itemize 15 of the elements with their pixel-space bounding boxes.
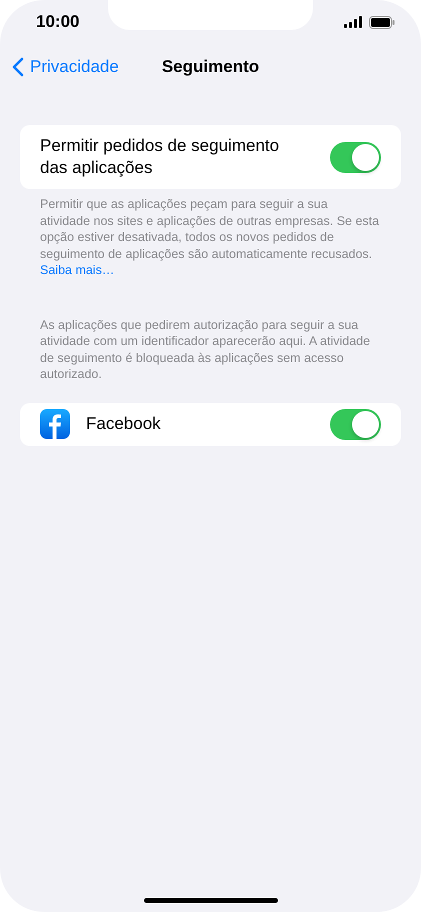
- toggle-switch[interactable]: [330, 408, 381, 440]
- footer-text: As aplicações que pedirem autorização para seguir a sua atividade com um identificador aparecerão aqui. A atividade de seguimento é bloqueada às aplicações sem acesso autorizado.: [39, 316, 372, 382]
- chevron-left-icon: [12, 57, 24, 77]
- back-label[interactable]: Privacidade: [30, 57, 119, 77]
- battery-icon: [369, 16, 395, 28]
- back-button[interactable]: Privacidade: [12, 57, 119, 77]
- learn-more-link[interactable]: Saiba mais…: [40, 263, 114, 277]
- page-title: Seguimento: [162, 57, 260, 77]
- app-name: Facebook: [86, 413, 162, 435]
- status-time: 10:00: [36, 12, 80, 32]
- app-icon: [40, 409, 70, 439]
- footer-text: Permitir que as aplicações peçam para seguir a sua atividade nos sites e aplicações de outras empresas. Se esta opção estiver desativada, todos os novos pedidos de seguimento de aplicações são automaticamente recusados. Saiba mais…: [39, 196, 380, 278]
- signal-icon: [344, 16, 363, 28]
- toggle-switch[interactable]: [330, 142, 381, 172]
- row-label: Permitir pedidos de seguimento das aplicações: [40, 135, 280, 179]
